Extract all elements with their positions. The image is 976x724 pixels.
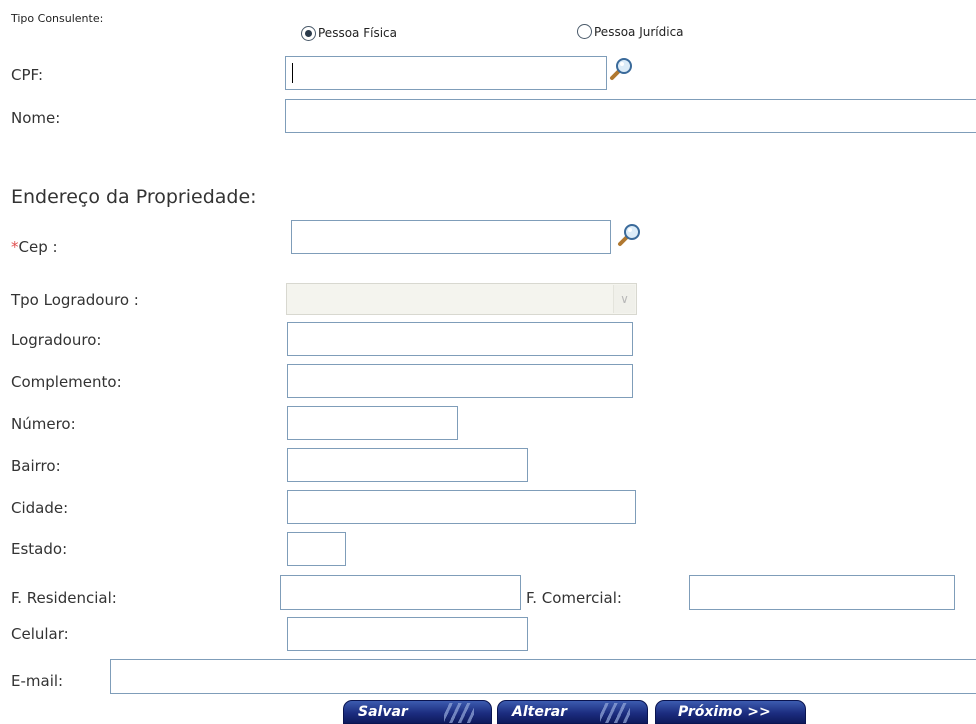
section-title: Endereço da Propriedade: bbox=[11, 186, 257, 208]
proximo-button[interactable]: Próximo >> bbox=[655, 700, 806, 724]
required-mark: * bbox=[11, 238, 19, 256]
button-stripes-decoration bbox=[444, 703, 474, 723]
salvar-button-label: Salvar bbox=[358, 704, 408, 720]
celular-label: Celular: bbox=[11, 625, 69, 643]
tipo-logradouro-select[interactable]: ∨ bbox=[286, 283, 637, 315]
tipo-logradouro-label: Tpo Logradouro : bbox=[11, 291, 139, 309]
logradouro-input[interactable] bbox=[287, 322, 633, 356]
complemento-label: Complemento: bbox=[11, 373, 122, 391]
cep-label-text: Cep : bbox=[18, 238, 58, 256]
alterar-button-label: Alterar bbox=[512, 704, 568, 720]
email-input[interactable] bbox=[110, 659, 976, 694]
cidade-input[interactable] bbox=[287, 490, 636, 524]
estado-input[interactable] bbox=[287, 532, 346, 566]
salvar-button[interactable]: Salvar bbox=[343, 700, 492, 724]
f-residencial-label: F. Residencial: bbox=[11, 589, 117, 607]
logradouro-label: Logradouro: bbox=[11, 331, 102, 349]
numero-label: Número: bbox=[11, 415, 76, 433]
estado-label: Estado: bbox=[11, 540, 68, 558]
radio-pessoa-juridica[interactable] bbox=[577, 24, 592, 39]
nome-label: Nome: bbox=[11, 109, 61, 127]
email-label: E-mail: bbox=[11, 672, 64, 690]
celular-input[interactable] bbox=[287, 617, 528, 651]
cpf-search-icon[interactable] bbox=[608, 56, 634, 82]
radio-pessoa-juridica-label[interactable]: Pessoa Jurídica bbox=[594, 25, 684, 39]
radio-pessoa-fisica[interactable] bbox=[301, 26, 316, 41]
bairro-label: Bairro: bbox=[11, 457, 61, 475]
alterar-button[interactable]: Alterar bbox=[497, 700, 648, 724]
complemento-input[interactable] bbox=[287, 364, 633, 398]
cep-input[interactable] bbox=[291, 220, 611, 254]
button-stripes-decoration bbox=[600, 703, 630, 723]
proximo-button-label: Próximo >> bbox=[678, 704, 771, 720]
numero-input[interactable] bbox=[287, 406, 458, 440]
radio-pessoa-fisica-label[interactable]: Pessoa Física bbox=[318, 26, 397, 40]
bairro-input[interactable] bbox=[287, 448, 528, 482]
f-comercial-label: F. Comercial: bbox=[526, 589, 622, 607]
f-residencial-input[interactable] bbox=[280, 575, 521, 610]
cpf-label: CPF: bbox=[11, 66, 44, 84]
chevron-down-icon[interactable]: ∨ bbox=[613, 285, 635, 313]
cep-search-icon[interactable] bbox=[616, 222, 642, 248]
cpf-input[interactable] bbox=[285, 56, 607, 90]
cep-label: *Cep : bbox=[11, 238, 58, 256]
nome-input[interactable] bbox=[285, 99, 976, 133]
f-comercial-input[interactable] bbox=[689, 575, 955, 610]
tipo-consulente-label: Tipo Consulente: bbox=[11, 12, 104, 25]
cidade-label: Cidade: bbox=[11, 499, 69, 517]
